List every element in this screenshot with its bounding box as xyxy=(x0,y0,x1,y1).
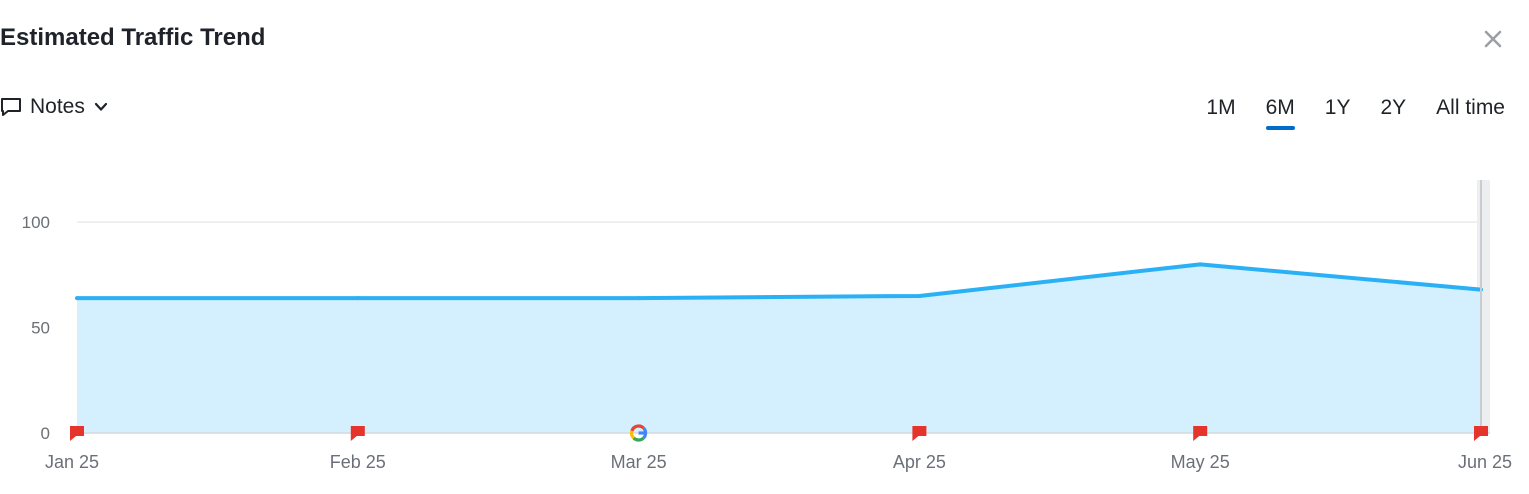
data-point xyxy=(917,293,922,298)
x-tick-label: Jan 25 xyxy=(45,452,99,472)
x-tick-label: Mar 25 xyxy=(611,452,667,472)
x-tick-label: Apr 25 xyxy=(893,452,946,472)
x-tick-label: May 25 xyxy=(1171,452,1230,472)
data-point xyxy=(355,296,360,301)
flag-icon xyxy=(1474,426,1488,441)
y-tick-label: 50 xyxy=(31,319,50,338)
flag-icon xyxy=(1193,426,1208,441)
y-tick-label: 0 xyxy=(41,424,50,443)
flag-icon xyxy=(912,426,927,441)
data-point xyxy=(75,296,79,301)
traffic-chart: 0 50 100 Jan 25 Feb 25 Mar 25 Apr 25 May 25 Jun … xyxy=(22,180,1512,472)
data-point xyxy=(1198,262,1203,267)
flag-icon xyxy=(70,426,84,441)
google-icon-arc xyxy=(632,436,645,442)
y-tick-label: 100 xyxy=(22,213,50,232)
data-point xyxy=(636,296,641,301)
x-tick-label: Feb 25 xyxy=(330,452,386,472)
area-fill xyxy=(77,264,1481,433)
flag-icon xyxy=(350,426,365,441)
x-tick-label: Jun 25 xyxy=(1458,452,1512,472)
